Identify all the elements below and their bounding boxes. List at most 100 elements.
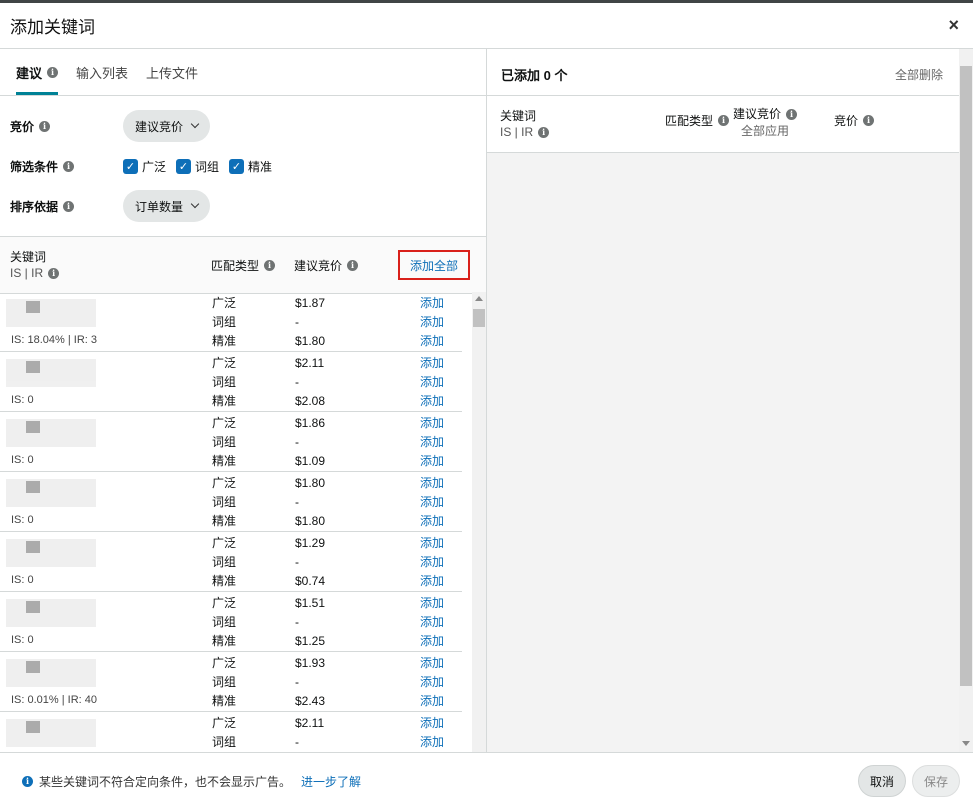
add-button[interactable]: 添加 [420, 613, 444, 632]
bid-group: $1.87 - $1.80 [295, 294, 325, 351]
match-type-cell: 词组 [212, 375, 237, 389]
add-button[interactable]: 添加 [420, 654, 444, 673]
scroll-thumb[interactable] [960, 66, 972, 686]
info-icon: i [863, 115, 875, 126]
add-button[interactable]: 添加 [420, 632, 444, 651]
match-type-group: 广泛 词组 [212, 714, 236, 752]
info-icon: i [264, 260, 276, 271]
keyword-stat: IS: 0 [11, 634, 34, 646]
chevron-down-icon [190, 199, 200, 209]
add-group: 添加 添加 添加 [420, 294, 444, 351]
add-button[interactable]: 添加 [420, 553, 444, 572]
bid-label-text: 竞价 [10, 119, 35, 134]
add-button[interactable]: 添加 [420, 354, 444, 373]
add-button[interactable]: 添加 [420, 534, 444, 553]
close-icon[interactable]: × [948, 15, 959, 35]
footer-note-text: 某些关键词不符合定向条件，也不会显示广告。 [39, 775, 292, 789]
suggested-bid-cell: - [295, 555, 299, 569]
modal-title: 添加关键词 [10, 18, 95, 37]
scroll-thumb[interactable] [473, 309, 485, 327]
add-button[interactable]: 添加 [420, 414, 444, 433]
add-button[interactable]: 添加 [420, 493, 444, 512]
match-type-cell: 词组 [212, 735, 237, 749]
suggested-bid-cell: $0.74 [295, 574, 326, 588]
suggested-bid-cell: - [295, 735, 299, 749]
sort-dropdown[interactable]: 订单数量 [123, 190, 211, 222]
suggested-bid-cell: $2.08 [295, 394, 326, 408]
remove-all-button[interactable]: 全部删除 [895, 66, 943, 83]
added-col-keyword-sub: IS | IR i [500, 124, 550, 140]
save-button[interactable]: 保存 [912, 765, 960, 797]
keyword-name-redacted [6, 419, 96, 447]
checkbox-exact[interactable]: ✓ 精准 [229, 158, 272, 175]
scroll-up-icon[interactable] [475, 296, 483, 301]
bid-dropdown[interactable]: 建议竞价 [123, 110, 211, 142]
col-suggested-bid-label: 建议竞价 [294, 259, 343, 273]
match-type-cell: 广泛 [212, 596, 237, 610]
info-icon: i [538, 126, 550, 138]
add-button[interactable]: 添加 [420, 392, 444, 411]
added-col-keyword: 关键词 IS | IR i [500, 108, 550, 140]
add-button[interactable]: 添加 [420, 433, 444, 452]
cancel-button[interactable]: 取消 [858, 765, 906, 797]
match-type-cell: 精准 [212, 574, 237, 588]
bid-dropdown-value: 建议竞价 [135, 119, 184, 134]
added-col-match-type: 匹配类型 i [665, 112, 730, 129]
tab-enter-list[interactable]: 输入列表 [76, 63, 128, 95]
match-type-cell: 精准 [212, 634, 237, 648]
left-scrollbar[interactable] [472, 292, 486, 752]
suggested-bid-cell: $1.29 [295, 536, 326, 550]
added-list-empty [487, 153, 959, 752]
checkbox-phrase[interactable]: ✓ 词组 [176, 158, 219, 175]
match-type-cell: 广泛 [212, 476, 237, 490]
add-button[interactable]: 添加 [420, 673, 444, 692]
match-type-group: 广泛 词组 精准 [212, 654, 236, 711]
table-row: IS: 0 广泛 词组 精准 $1.29- $0.74 添加 添加 添加 [0, 532, 462, 592]
add-button[interactable]: 添加 [420, 572, 444, 591]
suggested-bid-cell: $2.43 [295, 694, 326, 708]
tab-suggested[interactable]: 建议 i [16, 63, 59, 95]
match-type-cell: 精准 [212, 514, 237, 528]
keyword-name-redacted [6, 659, 96, 687]
table-row: IS: 0 广泛 词组 精准 $2.11- $2.08 添加 添加 添加 [0, 352, 462, 412]
right-scrollbar[interactable] [959, 49, 973, 752]
match-type-group: 广泛 词组 精准 [212, 474, 236, 531]
add-group: 添加 添加 添加 [420, 594, 444, 651]
added-col-suggested-bid: 建议竞价 i 全部应用 [733, 106, 798, 140]
right-panel: 已添加 0 个 全部删除 关键词 IS | IR i 匹配类型 i 建议竞价 i… [487, 49, 973, 752]
col-match-type: 匹配类型 i [211, 257, 276, 274]
suggested-bid-cell: $1.80 [295, 334, 326, 348]
add-button[interactable]: 添加 [420, 714, 444, 733]
add-button[interactable]: 添加 [420, 474, 444, 493]
filter-label-text: 筛选条件 [10, 160, 59, 174]
bid-group: $1.86 - $1.09 [295, 414, 325, 471]
suggested-bid-cell: $1.87 [295, 296, 326, 310]
add-button[interactable]: 添加 [420, 452, 444, 471]
suggested-bid-cell: $1.51 [295, 596, 326, 610]
match-type-group: 广泛 词组 精准 [212, 294, 236, 351]
bid-group: $1.80 - $1.80 [295, 474, 325, 531]
add-all-button[interactable]: 添加全部 [398, 250, 470, 280]
add-button[interactable]: 添加 [420, 594, 444, 613]
bid-group: $2.11 - [295, 714, 324, 752]
match-type-cell: 词组 [212, 675, 237, 689]
checkbox-broad[interactable]: ✓ 广泛 [123, 158, 166, 175]
tab-upload-file[interactable]: 上传文件 [146, 63, 198, 95]
suggested-bid-cell: - [295, 495, 299, 509]
add-button[interactable]: 添加 [420, 294, 444, 313]
add-button[interactable]: 添加 [420, 332, 444, 351]
add-button[interactable]: 添加 [420, 692, 444, 711]
add-button[interactable]: 添加 [420, 313, 444, 332]
learn-more-link[interactable]: 进一步了解 [301, 773, 361, 790]
add-button[interactable]: 添加 [420, 512, 444, 531]
added-col-suggested-bid-label: 建议竞价 [733, 107, 782, 121]
add-button[interactable]: 添加 [420, 733, 444, 752]
apply-all-link[interactable]: 全部应用 [733, 123, 797, 140]
info-icon: i [22, 776, 33, 787]
add-button[interactable]: 添加 [420, 373, 444, 392]
bid-group: $1.29 - $0.74 [295, 534, 325, 591]
added-col-keyword-label: 关键词 [500, 109, 537, 123]
scroll-down-icon[interactable] [962, 741, 970, 746]
table-row: IS: 0 广泛 词组 精准 $1.86- $1.09 添加 添加 添加 [0, 412, 462, 472]
bid-group: $1.93 - $2.43 [295, 654, 325, 711]
